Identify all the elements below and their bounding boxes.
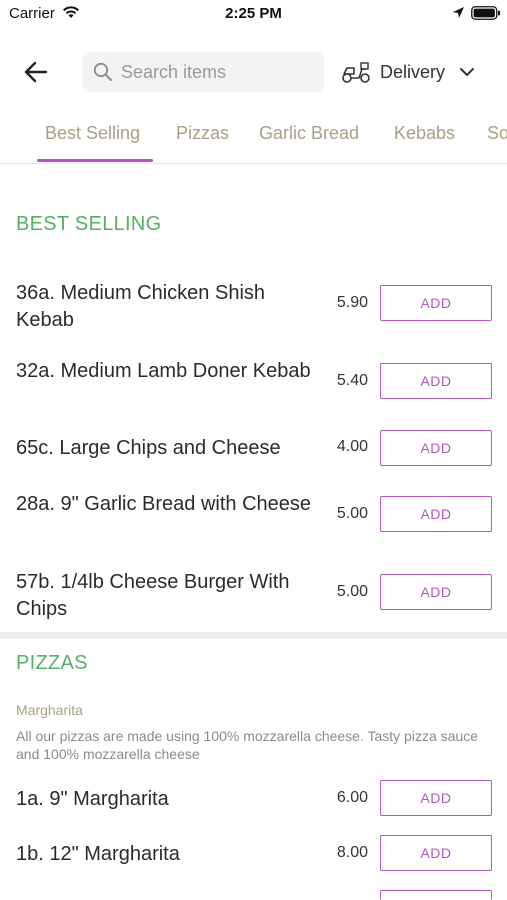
back-button[interactable] [20,58,52,86]
menu-item-name: 65c. Large Chips and Cheese [16,437,281,459]
add-button[interactable]: ADD [380,285,492,321]
tab-best-selling[interactable]: Best Selling [45,123,140,144]
menu-item-price: 5.40 [336,372,368,389]
add-button[interactable]: ADD [380,363,492,399]
add-button[interactable]: ADD [380,430,492,466]
add-button[interactable]: ADD [380,496,492,532]
tab-garlic-bread[interactable]: Garlic Bread [259,123,359,144]
location-arrow-icon [453,7,464,18]
scooter-icon [342,62,370,83]
active-tab-indicator [37,159,153,162]
menu-item-name: 32a. Medium Lamb Doner Kebab [16,360,311,382]
back-arrow-icon [24,61,48,83]
menu-item-price: 5.00 [336,583,368,600]
menu-item-price: 5.90 [336,294,368,311]
add-button[interactable]: ADD [380,780,492,816]
subcategory-heading: Margharita [16,702,83,718]
add-button[interactable]: ADD [380,574,492,610]
menu-item-price: 5.00 [336,505,368,522]
menu-item-price: 8.00 [336,844,368,861]
search-input[interactable] [121,61,311,83]
chevron-down-icon [460,68,475,76]
category-tabs: Best Selling Pizzas Garlic Bread Kebabs … [0,108,507,164]
menu-item-price: 4.00 [336,438,368,455]
section-heading-pizzas: PIZZAS [16,652,88,674]
menu-item-name: 28a. 9" Garlic Bread with Cheese [16,493,312,515]
search-box[interactable] [83,52,324,92]
top-bar: Delivery [0,48,507,96]
menu-item-name: 1b. 12" Margharita [16,843,180,865]
tab-so[interactable]: So [487,123,507,144]
subcategory-description: All our pizzas are made using 100% mozza… [16,728,478,762]
delivery-selector[interactable]: Delivery [341,54,491,90]
section-heading-best-selling: BEST SELLING [16,213,162,235]
tab-kebabs[interactable]: Kebabs [394,123,455,144]
battery-icon [471,6,500,20]
status-bar: Carrier 2:25 PM [0,0,507,28]
menu-item-name: 1a. 9" Margharita [16,788,169,810]
add-button-partial[interactable] [380,890,492,900]
menu-item-price: 6.00 [336,789,368,806]
menu-item-name: 36a. Medium Chicken Shish Kebab [16,282,266,331]
tab-pizzas[interactable]: Pizzas [176,123,229,144]
add-button[interactable]: ADD [380,835,492,871]
clock: 2:25 PM [225,5,282,22]
section-divider [0,632,507,639]
menu-item-name: 57b. 1/4lb Cheese Burger With Chips [16,571,290,620]
search-icon [93,62,112,81]
delivery-label: Delivery [380,61,446,82]
